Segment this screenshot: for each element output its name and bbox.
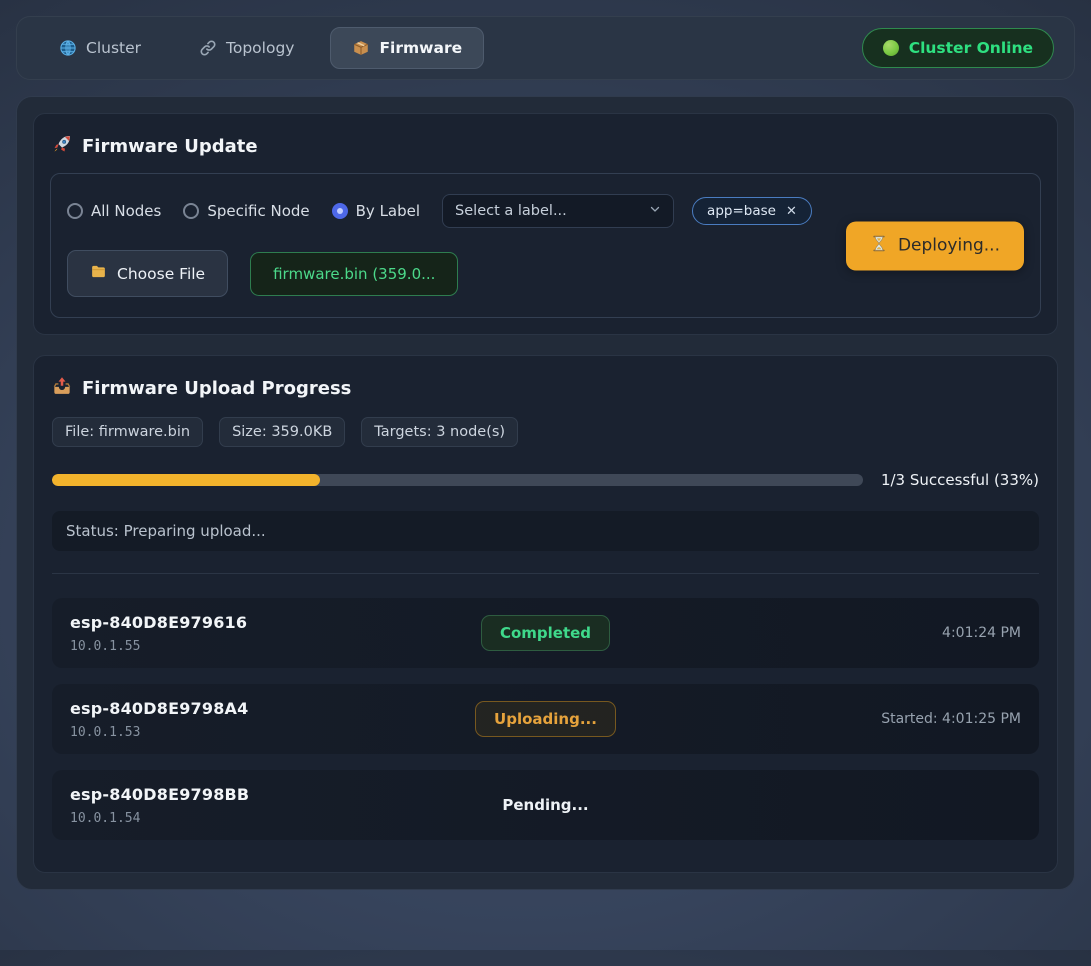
node-2-name: esp-840D8E9798A4: [70, 699, 475, 718]
package-icon: [352, 39, 370, 57]
node-1-info: esp-840D8E979616 10.0.1.55: [70, 613, 481, 654]
tab-firmware[interactable]: Firmware: [330, 27, 484, 69]
node-3-name: esp-840D8E9798BB: [70, 785, 498, 804]
tab-topology[interactable]: Topology: [177, 27, 316, 69]
tab-firmware-label: Firmware: [379, 39, 462, 57]
choose-file-label: Choose File: [117, 265, 205, 283]
folder-icon: [90, 263, 107, 284]
label-chip[interactable]: app=base ✕: [692, 197, 812, 225]
node-1-status: Completed: [481, 615, 610, 651]
globe-icon: [59, 39, 77, 57]
node-1-name: esp-840D8E979616: [70, 613, 481, 632]
deploy-button[interactable]: Deploying...: [846, 221, 1024, 270]
progress-fill: [52, 474, 320, 486]
node-1-status-badge: Completed: [481, 615, 610, 651]
node-2-time: Started: 4:01:25 PM: [881, 711, 1021, 727]
radio-by-label-label: By Label: [356, 202, 420, 220]
section-divider: [52, 573, 1039, 574]
top-nav: Cluster Topology Firmware Cluster Online: [16, 16, 1075, 80]
label-select[interactable]: Select a label...: [442, 194, 674, 228]
node-row-3: esp-840D8E9798BB 10.0.1.54 Pending...: [52, 770, 1039, 840]
node-1-time: 4:01:24 PM: [942, 625, 1021, 641]
chip-remove-icon[interactable]: ✕: [786, 204, 797, 219]
rocket-icon: [52, 134, 72, 159]
node-1-ip: 10.0.1.55: [70, 639, 481, 654]
targets-badge: Targets: 3 node(s): [361, 417, 518, 447]
progress-bar: [52, 474, 863, 486]
node-2-status: Uploading...: [475, 701, 616, 737]
progress-row: 1/3 Successful (33%): [52, 471, 1039, 489]
tab-topology-label: Topology: [226, 39, 294, 57]
node-3-ip: 10.0.1.54: [70, 811, 498, 826]
green-dot-icon: [883, 40, 899, 56]
chevron-down-icon: [649, 203, 661, 219]
tab-cluster[interactable]: Cluster: [37, 27, 163, 69]
cluster-status-badge[interactable]: Cluster Online: [862, 28, 1054, 68]
firmware-update-title: Firmware Update: [52, 134, 1041, 159]
upload-status-box: Status: Preparing upload...: [52, 511, 1039, 551]
upload-progress-title-text: Firmware Upload Progress: [82, 378, 351, 399]
radio-by-label[interactable]: By Label: [332, 202, 420, 220]
deploy-button-label: Deploying...: [898, 236, 1000, 256]
node-3-status: Pending...: [498, 788, 592, 822]
upload-meta-badges: File: firmware.bin Size: 359.0KB Targets…: [52, 417, 1039, 447]
node-3-status-badge: Pending...: [498, 788, 592, 822]
node-2-info: esp-840D8E9798A4 10.0.1.53: [70, 699, 475, 740]
radio-by-label-circle[interactable]: [332, 203, 348, 219]
upload-progress-card: Firmware Upload Progress File: firmware.…: [33, 355, 1058, 873]
radio-all-nodes[interactable]: All Nodes: [67, 202, 161, 220]
label-chip-text: app=base: [707, 203, 776, 219]
upload-status-text: Status: Preparing upload...: [66, 522, 266, 540]
radio-specific-node-label: Specific Node: [207, 202, 309, 220]
firmware-update-title-text: Firmware Update: [82, 136, 258, 157]
radio-all-nodes-label: All Nodes: [91, 202, 161, 220]
node-2-status-badge: Uploading...: [475, 701, 616, 737]
radio-specific-node[interactable]: Specific Node: [183, 202, 309, 220]
radio-specific-node-circle[interactable]: [183, 203, 199, 219]
file-badge: File: firmware.bin: [52, 417, 203, 447]
node-row-1: esp-840D8E979616 10.0.1.55 Completed 4:0…: [52, 598, 1039, 668]
progress-label: 1/3 Successful (33%): [881, 471, 1039, 489]
node-list: esp-840D8E979616 10.0.1.55 Completed 4:0…: [50, 598, 1041, 840]
deploy-controls-box: All Nodes Specific Node By Label Select …: [50, 173, 1041, 318]
label-select-value: Select a label...: [455, 203, 567, 219]
hourglass-icon: [870, 234, 888, 257]
choose-file-button[interactable]: Choose File: [67, 250, 228, 297]
tab-cluster-label: Cluster: [86, 39, 141, 57]
link-icon: [199, 39, 217, 57]
node-3-info: esp-840D8E9798BB 10.0.1.54: [70, 785, 498, 826]
firmware-update-card: Firmware Update All Nodes Specific Node …: [33, 113, 1058, 335]
selected-file-label[interactable]: firmware.bin (359.0...: [250, 252, 458, 296]
node-row-2: esp-840D8E9798A4 10.0.1.53 Uploading... …: [52, 684, 1039, 754]
node-2-ip: 10.0.1.53: [70, 725, 475, 740]
cluster-status-label: Cluster Online: [909, 39, 1033, 57]
nav-tabs: Cluster Topology Firmware: [37, 27, 484, 69]
upload-tray-icon: [52, 376, 72, 401]
radio-all-nodes-circle[interactable]: [67, 203, 83, 219]
upload-progress-title: Firmware Upload Progress: [52, 376, 1041, 401]
size-badge: Size: 359.0KB: [219, 417, 345, 447]
main-panel: Firmware Update All Nodes Specific Node …: [16, 96, 1075, 890]
